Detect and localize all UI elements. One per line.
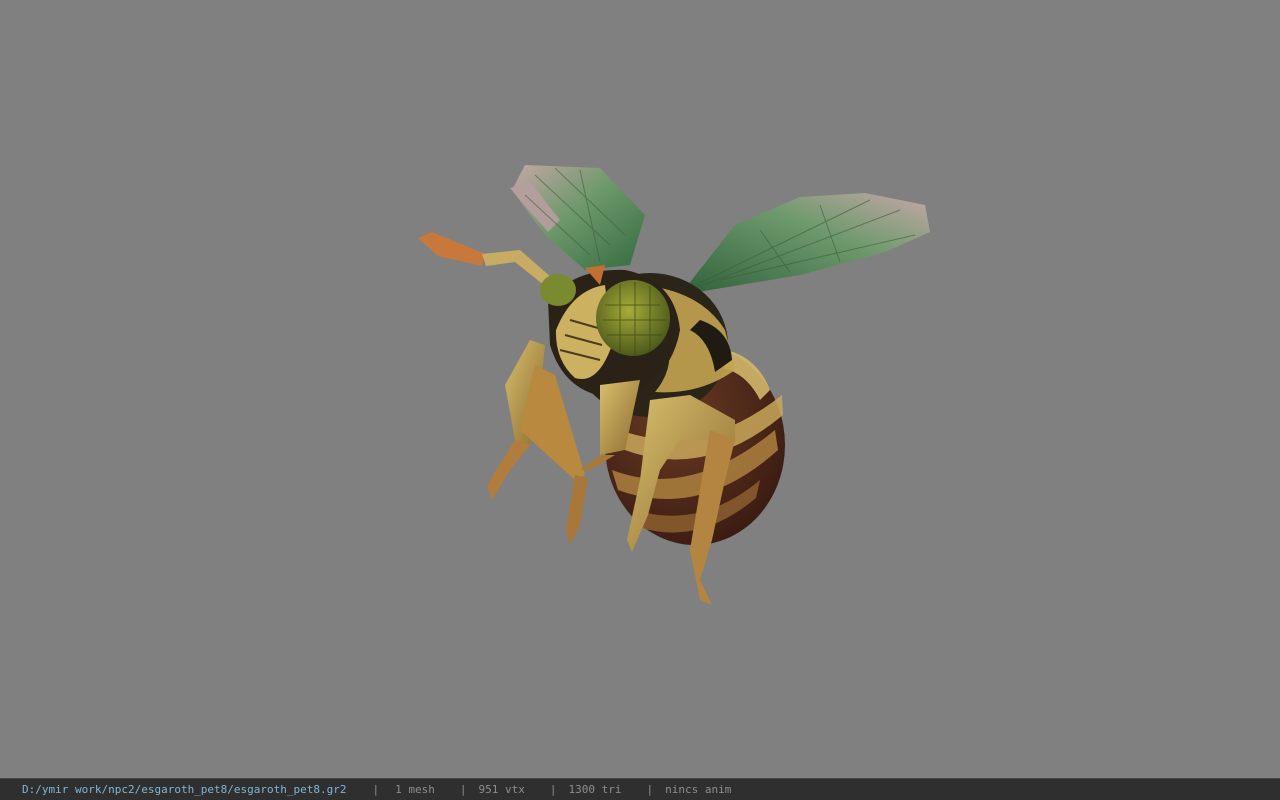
mesh-count-label: 1 mesh bbox=[395, 783, 435, 796]
status-separator: | bbox=[372, 783, 380, 796]
3d-viewport[interactable] bbox=[0, 0, 1280, 778]
wasp-model-render bbox=[418, 165, 930, 605]
animation-status-label: nincs anim bbox=[665, 783, 732, 796]
left-wing bbox=[510, 165, 645, 270]
antenna bbox=[418, 232, 552, 286]
status-separator: | bbox=[646, 783, 654, 796]
file-path-label: D:/ymir work/npc2/esgaroth_pet8/esgaroth… bbox=[22, 783, 347, 796]
status-separator: | bbox=[549, 783, 557, 796]
right-wing bbox=[680, 193, 930, 295]
vertex-count-label: 951 vtx bbox=[478, 783, 525, 796]
triangle-count-label: 1300 tri bbox=[568, 783, 622, 796]
status-bar: D:/ymir work/npc2/esgaroth_pet8/esgaroth… bbox=[0, 778, 1280, 800]
status-separator: | bbox=[459, 783, 467, 796]
